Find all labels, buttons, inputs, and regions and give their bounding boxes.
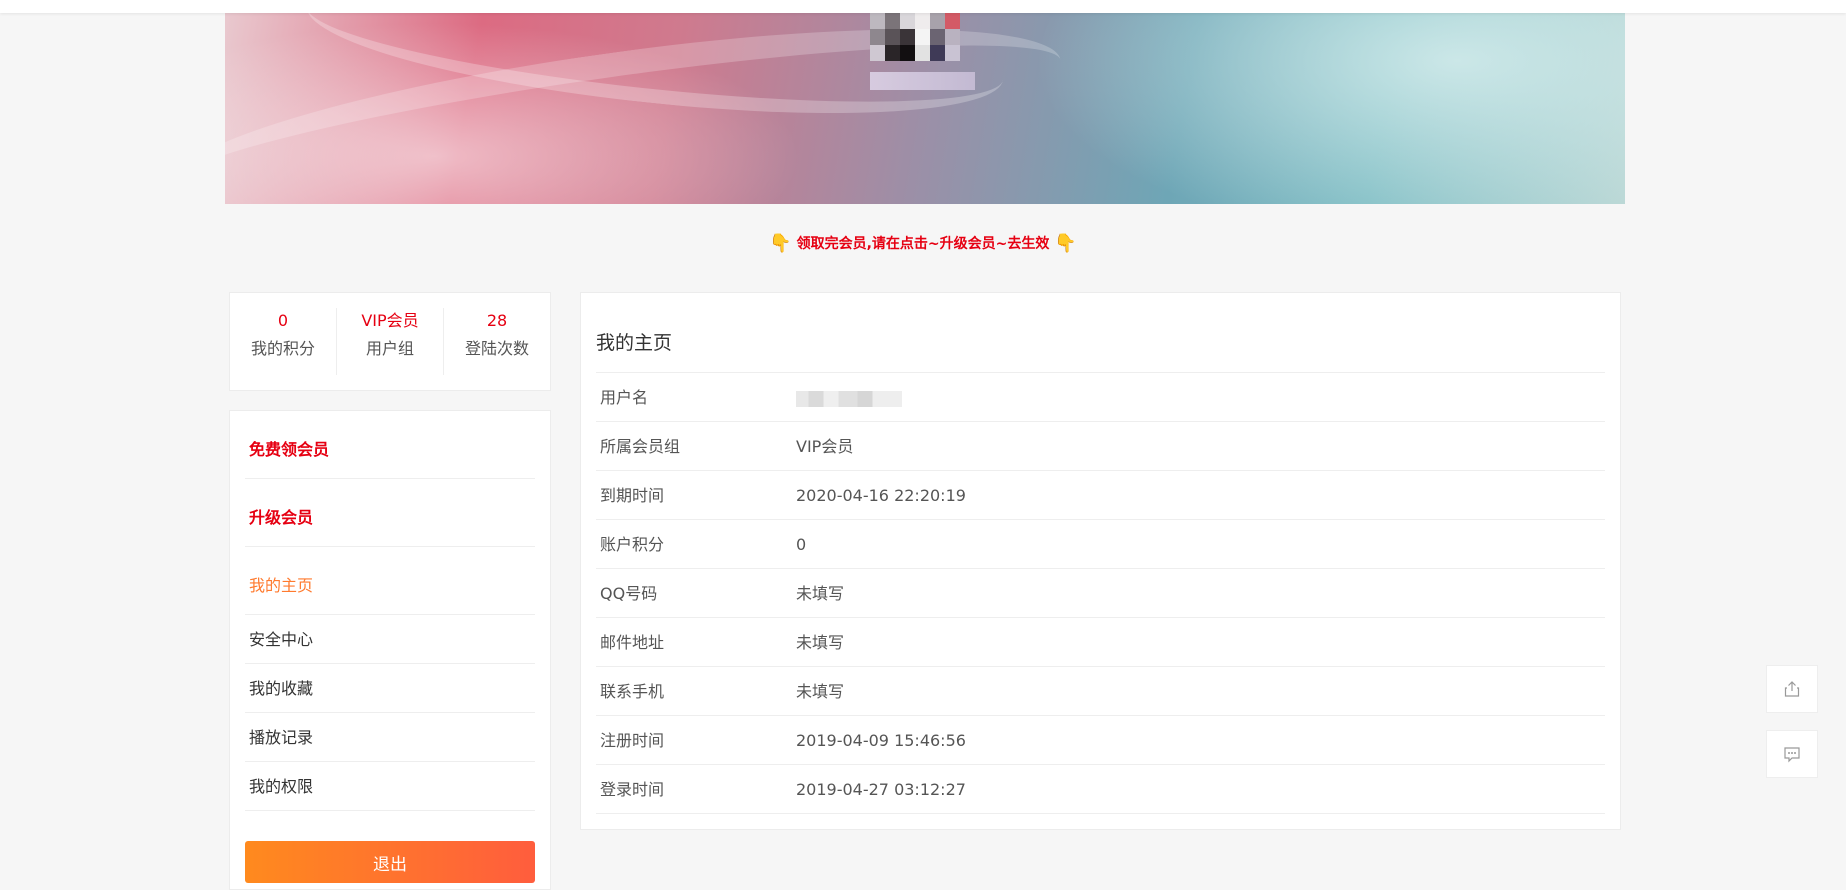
info-value: 2020-04-16 22:20:19 [796,486,966,505]
stat-value: 28 [486,311,508,330]
menu-item-my-permissions[interactable]: 我的权限 [245,762,535,811]
logout-button[interactable]: 退出 [245,841,535,883]
menu-item-play-history[interactable]: 播放记录 [245,713,535,762]
info-label: 邮件地址 [600,633,665,652]
info-label: 注册时间 [600,731,665,750]
info-value: 2019-04-09 15:46:56 [796,731,966,750]
notice-text: 领取完会员,请在点击~升级会员~去生效 [796,236,1050,252]
info-row-member-group: 所属会员组 VIP会员 [596,422,1605,471]
stat-label: 我的积分 [250,339,315,358]
page-title: 我的主页 [596,293,1605,373]
comment-icon [1784,747,1800,763]
info-label: QQ号码 [600,584,658,603]
info-row-expiry: 到期时间 2020-04-16 22:20:19 [596,471,1605,520]
stat-value: 0 [277,311,289,330]
info-value: 未填写 [796,682,845,701]
info-value: 2019-04-27 03:12:27 [796,780,966,799]
info-value [796,373,1605,421]
pointing-hand-icon: 👇 [1054,233,1077,254]
upgrade-notice: 👇 领取完会员,请在点击~升级会员~去生效 👇 [0,232,1846,256]
info-value: 未填写 [796,633,845,652]
info-row-register-time: 注册时间 2019-04-09 15:46:56 [596,716,1605,765]
info-row-login-time: 登录时间 2019-04-27 03:12:27 [596,765,1605,814]
menu-item-free-vip[interactable]: 免费领会员 [245,411,535,479]
menu-item-my-favorites[interactable]: 我的收藏 [245,664,535,713]
menu-item-upgrade-vip[interactable]: 升级会员 [245,479,535,547]
info-label: 到期时间 [600,486,665,505]
info-label: 所属会员组 [600,437,681,456]
stat-login-count: 28 登陆次数 [444,308,550,375]
user-stats: 0 我的积分 VIP会员 用户组 28 登陆次数 [229,292,551,391]
stat-user-group: VIP会员 用户组 [337,308,444,375]
username-blurred [796,390,902,407]
info-value: 未填写 [796,584,845,603]
info-value: VIP会员 [796,437,854,456]
menu-item-my-home[interactable]: 我的主页 [245,547,535,615]
info-row-username: 用户名 [596,373,1605,422]
stat-label: 登陆次数 [464,339,529,358]
user-menu: 免费领会员 升级会员 我的主页 安全中心 我的收藏 播放记录 我的权限 退出 [229,410,551,890]
info-label: 联系手机 [600,682,665,701]
info-row-email: 邮件地址 未填写 [596,618,1605,667]
share-button[interactable] [1766,665,1818,713]
info-row-qq: QQ号码 未填写 [596,569,1605,618]
username-blurred [870,72,975,90]
share-icon [1784,681,1800,697]
stat-value: VIP会员 [361,311,419,330]
profile-panel: 我的主页 用户名 所属会员组 VIP会员 到期时间 2020-04-16 22:… [580,292,1621,830]
info-label: 登录时间 [600,780,665,799]
avatar [870,13,960,61]
stat-points: 0 我的积分 [230,308,337,375]
comment-button[interactable] [1766,730,1818,778]
menu-item-security-center[interactable]: 安全中心 [245,615,535,664]
info-label: 用户名 [600,388,649,407]
info-row-points: 账户积分 0 [596,520,1605,569]
top-nav-bar [0,0,1846,13]
info-value: 0 [796,535,807,554]
info-label: 账户积分 [600,535,665,554]
stat-label: 用户组 [365,339,414,358]
info-row-phone: 联系手机 未填写 [596,667,1605,716]
pointing-hand-icon: 👇 [769,233,792,254]
